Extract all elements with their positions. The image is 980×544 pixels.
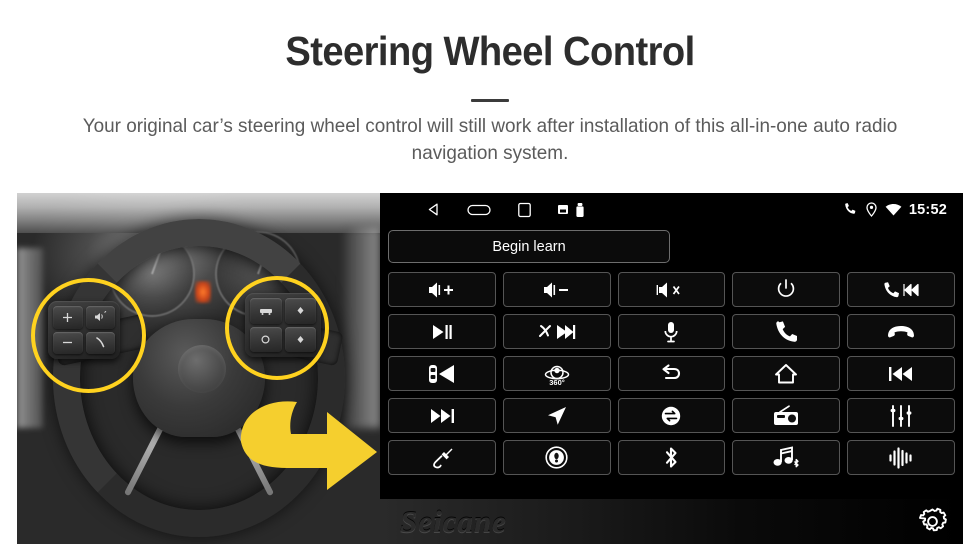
bluetooth-button[interactable]	[617, 440, 726, 475]
play-pause-button[interactable]	[388, 314, 496, 349]
sd-card-icon	[558, 205, 568, 214]
hangup-next-button[interactable]	[502, 314, 611, 349]
left-control-pad[interactable]	[48, 301, 120, 359]
right-control-pad[interactable]	[245, 293, 321, 357]
radio-button[interactable]	[732, 398, 841, 433]
location-pin-icon	[865, 202, 878, 217]
disc-button[interactable]	[502, 440, 611, 475]
head-unit-screen: 15:52 Begin learn 360° Seicane	[380, 193, 963, 544]
next-track-button[interactable]	[388, 398, 496, 433]
home-button[interactable]	[732, 356, 841, 391]
swc-cruise-cancel-key[interactable]	[250, 326, 282, 352]
status-bar-nav-icons	[426, 202, 584, 218]
yellow-pointing-arrow	[240, 401, 377, 490]
steering-wheel-photo	[17, 193, 380, 544]
wifi-icon	[885, 203, 902, 217]
usb-icon	[576, 202, 584, 217]
swc-key-grid: 360°	[380, 272, 963, 475]
source-swap-button[interactable]	[617, 398, 726, 433]
begin-learn-button[interactable]: Begin learn	[388, 230, 670, 263]
back-triangle-icon[interactable]	[426, 202, 441, 217]
swc-volume-up-key[interactable]	[53, 306, 83, 329]
equalizer-button[interactable]	[847, 398, 955, 433]
swc-phone-key[interactable]	[85, 331, 115, 354]
gear-icon[interactable]	[916, 505, 949, 538]
mute-button[interactable]	[617, 272, 726, 307]
status-bar: 15:52	[380, 193, 963, 226]
answer-call-button[interactable]	[732, 314, 841, 349]
phone-icon	[843, 202, 858, 217]
call-previous-button[interactable]	[847, 272, 955, 307]
left-light-streak	[17, 248, 43, 428]
voice-mic-button[interactable]	[617, 314, 726, 349]
status-bar-clock: 15:52	[908, 201, 947, 218]
power-button[interactable]	[732, 272, 841, 307]
page-title: Steering Wheel Control	[285, 28, 695, 74]
status-bar-tray: 15:52	[843, 193, 947, 226]
back-button[interactable]	[617, 356, 726, 391]
camera-360-button[interactable]: 360°	[502, 356, 611, 391]
swc-cruise-set-key[interactable]	[250, 298, 282, 324]
camera-360-label: 360°	[549, 378, 565, 387]
title-divider-wrap	[0, 89, 980, 103]
volume-up-button[interactable]	[388, 272, 496, 307]
swc-mode-voice-key[interactable]	[85, 306, 115, 329]
header: Steering Wheel Control Your original car…	[0, 0, 980, 167]
parking-sensor-button[interactable]	[388, 356, 496, 391]
swc-volume-down-key[interactable]	[53, 331, 83, 354]
home-pill-icon[interactable]	[467, 203, 491, 217]
brand-logo: Seicane	[400, 503, 507, 539]
bluetooth-music-button[interactable]	[732, 440, 841, 475]
page-root: Steering Wheel Control Your original car…	[0, 0, 980, 544]
title-divider	[471, 99, 509, 103]
navigation-button[interactable]	[502, 398, 611, 433]
swc-cruise-down-key[interactable]	[284, 326, 316, 352]
screen-footer: Seicane	[380, 499, 963, 544]
page-subtitle: Your original car’s steering wheel contr…	[82, 115, 898, 164]
recents-square-icon[interactable]	[517, 202, 532, 218]
volume-down-button[interactable]	[502, 272, 611, 307]
end-call-button[interactable]	[847, 314, 955, 349]
aux-input-button[interactable]	[388, 440, 496, 475]
swc-cruise-up-key[interactable]	[284, 298, 316, 324]
composite-figure: 15:52 Begin learn 360° Seicane	[17, 193, 963, 544]
voice-assistant-button[interactable]	[847, 440, 955, 475]
previous-track-button[interactable]	[847, 356, 955, 391]
airbag-emblem	[178, 345, 226, 393]
